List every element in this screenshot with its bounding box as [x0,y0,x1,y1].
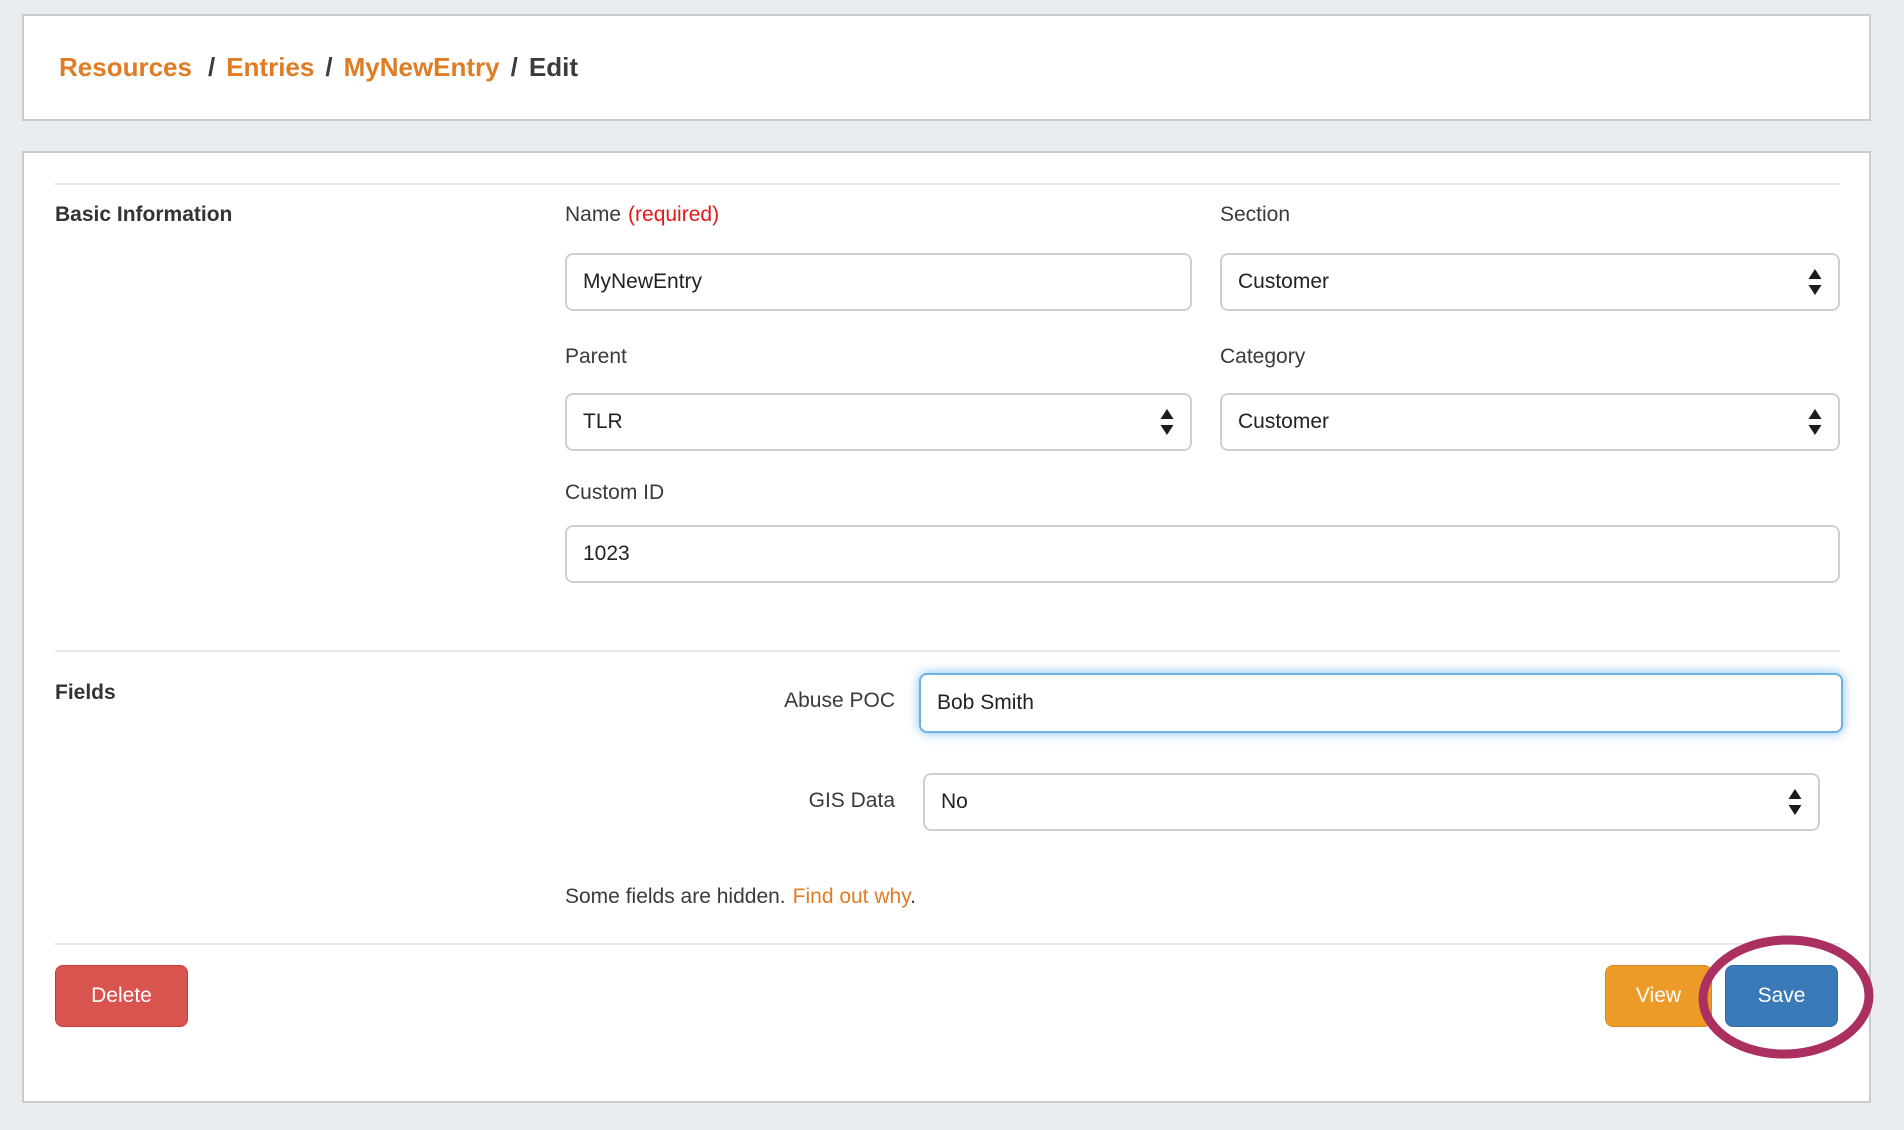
gis-data-select-value: No [941,790,968,814]
gis-data-label: GIS Data [565,789,895,813]
name-input[interactable] [565,253,1192,311]
hidden-fields-note-suffix: . [910,885,916,908]
section-label: Section [1220,203,1290,227]
breadcrumb-separator: / [325,52,332,83]
breadcrumb-resources-link[interactable]: Resources [59,52,192,83]
section-divider [55,650,1840,652]
select-arrows-icon [1807,268,1823,296]
parent-select[interactable]: TLR [565,393,1192,451]
abuse-poc-input[interactable] [919,673,1843,733]
section-divider [55,943,1840,945]
breadcrumb-entries-link[interactable]: Entries [226,52,314,83]
required-indicator: (required) [628,203,719,226]
entry-edit-form-panel: Basic Information Name (required) Section… [22,151,1871,1103]
parent-select-value: TLR [583,410,623,434]
select-arrows-icon [1787,788,1803,816]
basic-information-heading: Basic Information [55,203,232,227]
breadcrumb-entry-link[interactable]: MyNewEntry [344,52,500,83]
breadcrumb: Resources / Entries / MyNewEntry / Edit [59,52,578,83]
hidden-fields-note: Some fields are hidden. Find out why. [565,885,916,909]
name-label: Name (required) [565,203,719,227]
breadcrumb-current-page: Edit [529,52,578,83]
category-label: Category [1220,345,1305,369]
section-select-value: Customer [1238,270,1329,294]
breadcrumb-panel: Resources / Entries / MyNewEntry / Edit [22,14,1871,121]
delete-button[interactable]: Delete [55,965,188,1027]
parent-label: Parent [565,345,627,369]
select-arrows-icon [1807,408,1823,436]
gis-data-select[interactable]: No [923,773,1820,831]
custom-id-input[interactable] [565,525,1840,583]
section-select[interactable]: Customer [1220,253,1840,311]
section-divider [55,183,1840,185]
breadcrumb-separator: / [511,52,518,83]
abuse-poc-label: Abuse POC [565,689,895,713]
name-label-text: Name [565,203,621,226]
custom-id-label: Custom ID [565,481,664,505]
view-button[interactable]: View [1605,965,1712,1027]
category-select-value: Customer [1238,410,1329,434]
save-button[interactable]: Save [1725,965,1838,1027]
hidden-fields-note-text: Some fields are hidden. [565,885,786,908]
select-arrows-icon [1159,408,1175,436]
fields-heading: Fields [55,681,116,705]
find-out-why-link[interactable]: Find out why [793,885,911,908]
category-select[interactable]: Customer [1220,393,1840,451]
breadcrumb-separator: / [208,52,215,83]
